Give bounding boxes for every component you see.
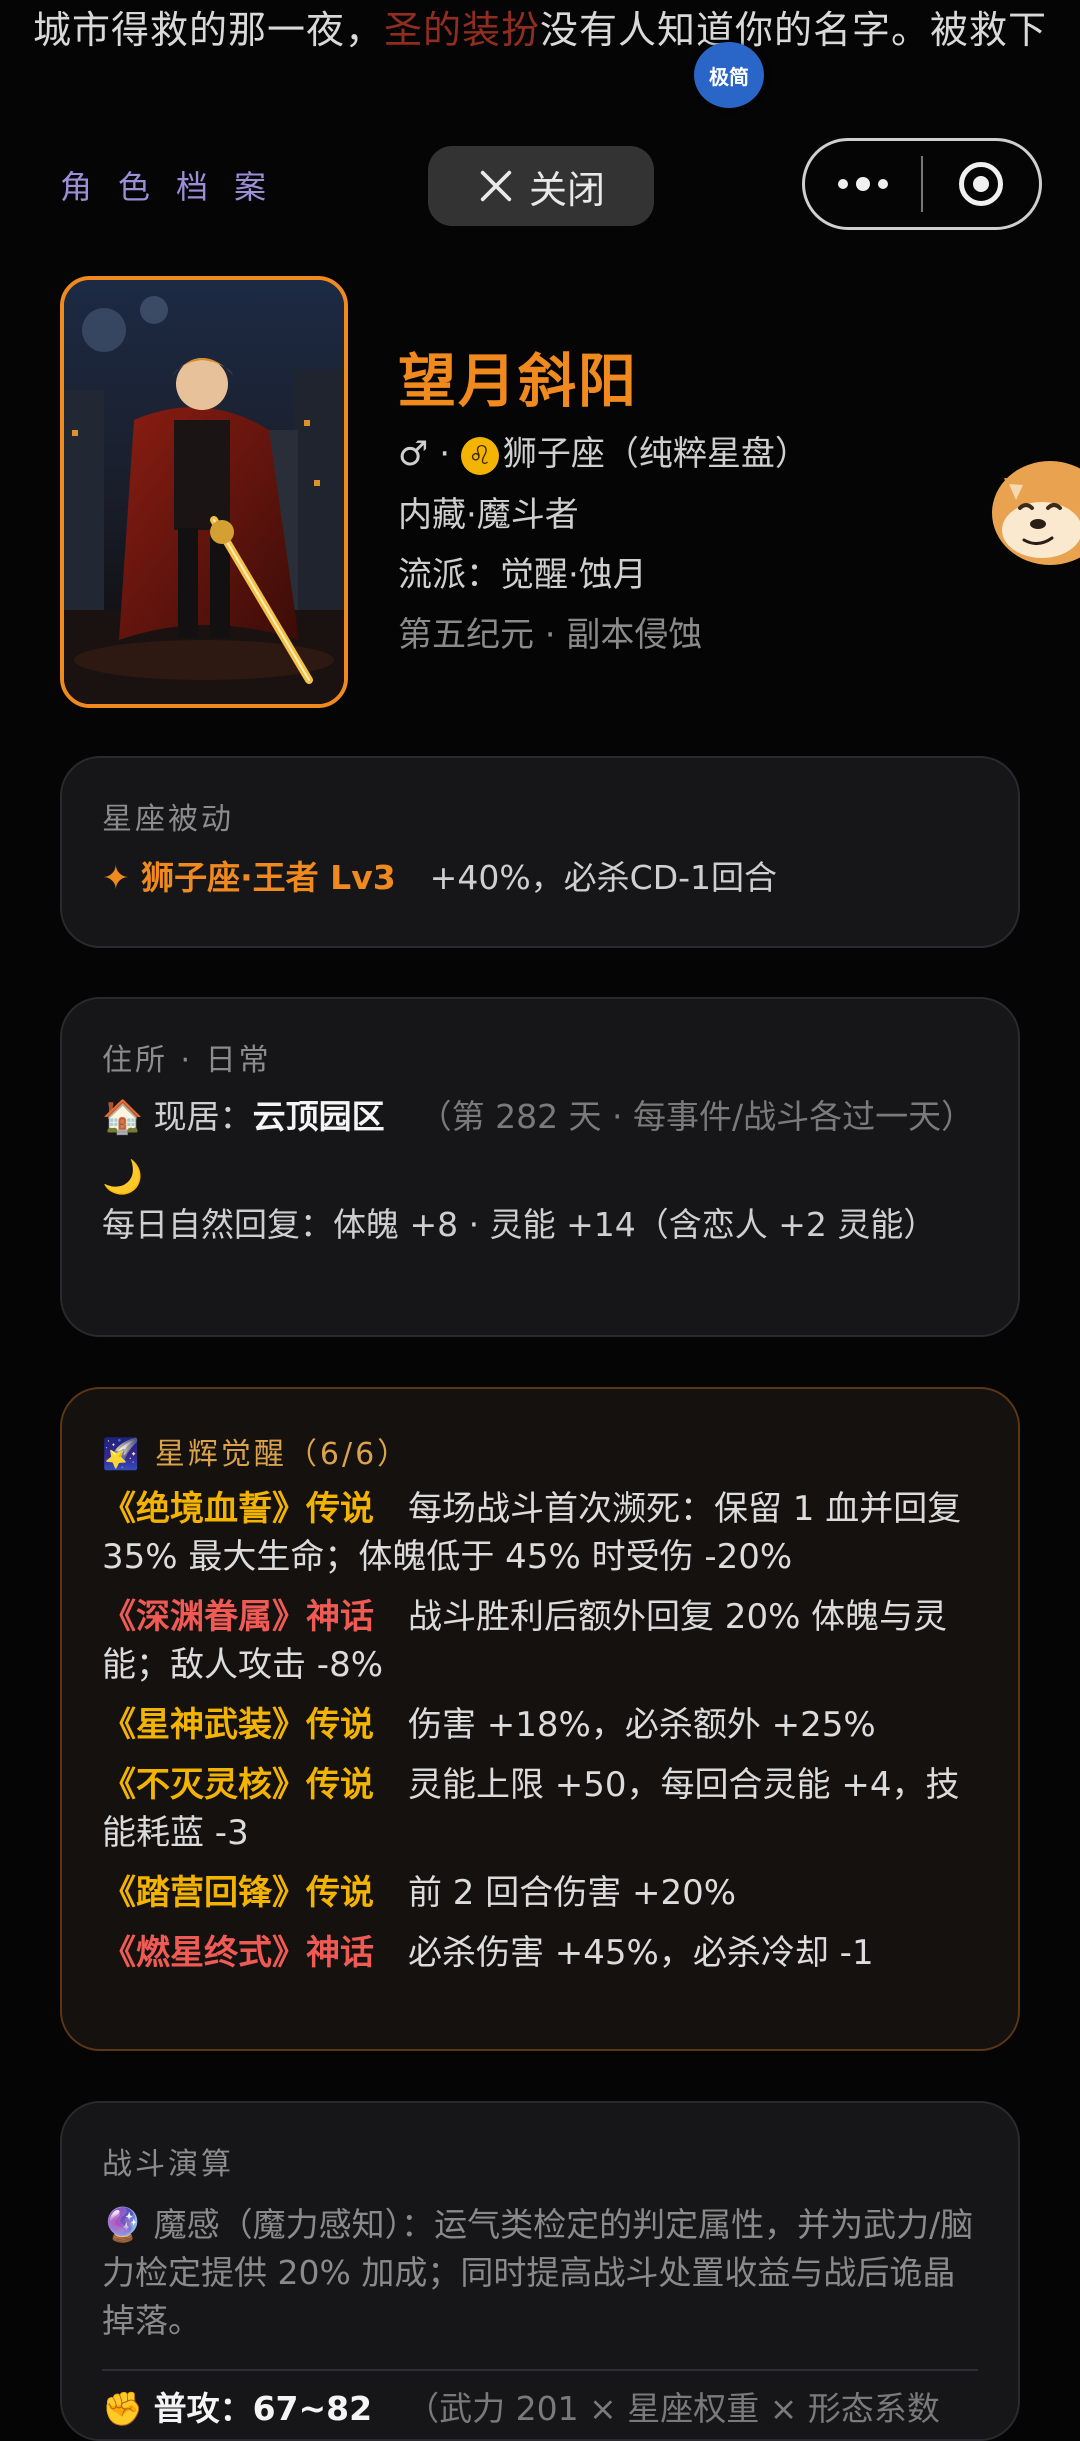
residence-row: 🏠 现居：云顶园区 （第 282 天 · 每事件/战斗各过一天） [102, 1093, 978, 1141]
top-banner-text: 城市得救的那一夜，圣的装扮没有人知道你的名字。被救下 [0, 0, 1080, 60]
era: 第五纪元 · 副本侵蚀 [398, 615, 703, 655]
rune-row[interactable]: 《绝境血誓》传说 每场战斗首次濒死：保留 1 血并回复 35% 最大生命；体魄低于… [102, 1485, 978, 1581]
zodiac-text: 狮子座（纯粹星盘） [502, 434, 809, 474]
passive-skill-name: ✦ 狮子座·王者 Lv3 [102, 858, 396, 897]
divider [102, 2369, 978, 2371]
moon-icon: 🌙 [102, 1157, 144, 1196]
rune-row[interactable]: 《踏营回锋》传说前 2 回合伤害 +20% [102, 1869, 978, 1917]
recovery-text: 每日自然回复：体魄 +8 · 灵能 +14（含恋人 +2 灵能） [102, 1205, 937, 1244]
star-awakening-card: 🌠 星辉觉醒（6/6） 《绝境血誓》传说 每场战斗首次濒死：保留 1 血并回复 3… [60, 1387, 1020, 2051]
rune-row[interactable]: 《燃星终式》神话 必杀伤害 +45%，必杀冷却 -1 [102, 1929, 978, 1977]
exit-target-icon[interactable] [923, 162, 1039, 206]
crystal-ball-icon: 🔮 [102, 2205, 144, 2244]
rune-effect: 前 2 回合伤害 +20% [408, 1873, 737, 1913]
character-name: 望月斜阳 [398, 347, 639, 415]
passive-skill-row: ✦ 狮子座·王者 Lv3 +40%，必杀CD-1回合 [102, 854, 978, 902]
fist-icon: ✊ [102, 2389, 144, 2428]
school: 流派：觉醒·蚀月 [398, 555, 647, 595]
rune-name: 《燃星终式》神话 [102, 1933, 374, 1973]
card-title: 星座被动 [102, 802, 234, 837]
rune-name: 《绝境血誓》传说 [102, 1489, 374, 1529]
gender-icon: ♂ [398, 434, 429, 474]
card-title: 战斗演算 [102, 2147, 234, 2182]
awakening-title-row: 🌠 星辉觉醒（6/6） [102, 1429, 978, 1473]
leo-icon: ♌ [460, 436, 499, 475]
gender-zodiac-line: ♂ · ♌ 狮子座（纯粹星盘） [398, 426, 809, 475]
magic-sense-row: 🔮 魔感（魔力感知）：运气类检定的判定属性，并为武力/脑力检定提供 20% 加成… [102, 2201, 978, 2345]
passive-skill-effect: +40%，必杀CD-1回合 [429, 858, 778, 897]
magic-sense-text: 魔感（魔力感知）：运气类检定的判定属性，并为武力/脑力检定提供 20% 加成；同… [102, 2205, 974, 2340]
house-icon: 🏠 [102, 1097, 144, 1136]
residence-label: 现居： [153, 1097, 253, 1136]
rune-name: 《踏营回锋》传说 [102, 1873, 374, 1913]
banner-text-a: 城市得救的那一夜， [32, 8, 384, 52]
residence-value: 云顶园区 [252, 1097, 385, 1136]
rune-effect: 必杀伤害 +45%，必杀冷却 -1 [408, 1933, 874, 1973]
awakening-title: 星辉觉醒（6/6） [154, 1437, 411, 1472]
hidden-class: 内藏·魔斗者 [398, 495, 579, 535]
card-title: 住所 · 日常 [102, 1043, 272, 1078]
banner-text-red: 圣的装扮 [383, 8, 540, 52]
doge-sticker-icon[interactable] [990, 448, 1080, 578]
rune-row[interactable]: 《星神武装》传说 伤害 +18%，必杀额外 +25% [102, 1701, 978, 1749]
battle-calc-card: 战斗演算 🔮 魔感（魔力感知）：运气类检定的判定属性，并为武力/脑力检定提供 2… [60, 2101, 1020, 2441]
page-title: 角色档案 [60, 168, 293, 206]
attack-value: 67~82 [252, 2389, 373, 2428]
rune-row[interactable]: 《深渊眷属》神话 战斗胜利后额外回复 20% 体魄与灵能；敌人攻击 -8% [102, 1593, 978, 1689]
attack-row: ✊ 普攻：67~82 （武力 201 × 星座权重 × 形态系数 [102, 2385, 978, 2433]
dot-separator: · [439, 434, 461, 474]
portrait-illustration [64, 280, 344, 704]
attack-label: 普攻： [153, 2389, 253, 2428]
rune-effect: 伤害 +18%，必杀额外 +25% [408, 1705, 876, 1745]
close-button[interactable]: 关闭 [428, 146, 654, 226]
simple-mode-badge[interactable]: 极简 [694, 42, 764, 108]
rune-row[interactable]: 《不灭灵核》传说 灵能上限 +50，每回合灵能 +4，技能耗蓝 -3 [102, 1761, 978, 1857]
residence-note: （第 282 天 · 每事件/战斗各过一天） [418, 1097, 975, 1136]
rune-name: 《不灭灵核》传说 [102, 1765, 374, 1805]
recovery-row: 🌙 每日自然回复：体魄 +8 · 灵能 +14（含恋人 +2 灵能） [102, 1153, 978, 1249]
miniprogram-capsule [802, 138, 1042, 230]
shooting-star-icon: 🌠 [102, 1437, 143, 1472]
rune-list: 《绝境血誓》传说 每场战斗首次濒死：保留 1 血并回复 35% 最大生命；体魄低于… [102, 1485, 978, 1977]
close-label: 关闭 [528, 167, 605, 212]
more-icon[interactable] [805, 177, 921, 191]
constellation-passive-card: 星座被动 ✦ 狮子座·王者 Lv3 +40%，必杀CD-1回合 [60, 756, 1020, 948]
attack-note: （武力 201 × 星座权重 × 形态系数 [406, 2389, 940, 2428]
rune-name: 《星神武装》传说 [102, 1705, 374, 1745]
close-icon [480, 170, 512, 202]
residence-card: 住所 · 日常 🏠 现居：云顶园区 （第 282 天 · 每事件/战斗各过一天） … [60, 997, 1020, 1337]
banner-text-b: 没有人知道你的名字。被救下 [540, 8, 1048, 52]
character-portrait[interactable] [60, 276, 348, 708]
rune-name: 《深渊眷属》神话 [102, 1597, 374, 1637]
